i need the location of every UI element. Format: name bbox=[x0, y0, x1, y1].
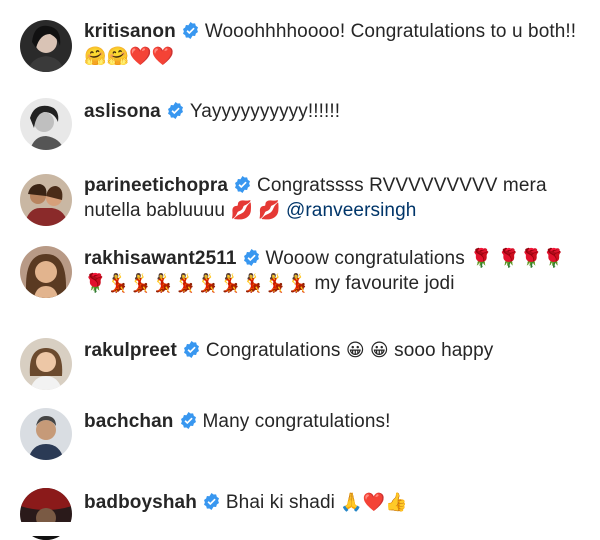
comment-text: parineetichopra Congratssss RVVVVVVVVV me… bbox=[84, 174, 580, 223]
comment-body: Many congratulations! bbox=[202, 411, 391, 432]
comment-text: badboyshah Bhai ki shadi 🙏❤️👍 bbox=[84, 490, 580, 515]
comment-username[interactable]: aslisona bbox=[84, 101, 161, 122]
comment-text: rakulpreet Congratulations 😀 😀 sooo happy bbox=[84, 338, 580, 363]
verified-badge-icon bbox=[203, 493, 220, 510]
comment-body: Congratulations bbox=[205, 340, 341, 361]
avatar-parineetichopra[interactable] bbox=[20, 174, 72, 226]
avatar-rakulpreet[interactable] bbox=[20, 338, 72, 390]
comment-body-tail: sooo happy bbox=[394, 340, 494, 361]
comment-username[interactable]: parineetichopra bbox=[84, 175, 228, 196]
verified-badge-icon bbox=[234, 176, 251, 193]
comment-username[interactable]: badboyshah bbox=[84, 492, 197, 513]
comment-emojis: 😀 😀 bbox=[345, 340, 389, 360]
comment-username[interactable]: rakhisawant2511 bbox=[84, 248, 237, 269]
mention-link[interactable]: @ranveersingh bbox=[286, 200, 416, 221]
avatar-kritisanon[interactable] bbox=[20, 20, 72, 72]
comment-body: Bhai ki shadi bbox=[225, 492, 335, 513]
bottom-edge bbox=[0, 522, 600, 536]
verified-badge-icon bbox=[182, 22, 199, 39]
comment-body: Wooohhhhoooo! Congratulations to u both!… bbox=[204, 21, 577, 42]
comment-body: Yayyyyyyyyyy!!!!!! bbox=[189, 101, 341, 122]
comment-text: rakhisawant2511 Wooow congratulations 🌹 🌹… bbox=[84, 246, 580, 296]
verified-badge-icon bbox=[183, 341, 200, 358]
verified-badge-icon bbox=[243, 249, 260, 266]
comment-body: Wooow congratulations bbox=[265, 248, 465, 269]
verified-badge-icon bbox=[180, 412, 197, 429]
comment-text: bachchan Many congratulations! bbox=[84, 410, 580, 434]
avatar-bachchan[interactable] bbox=[20, 408, 72, 460]
verified-badge-icon bbox=[167, 102, 184, 119]
comment-emojis: 💋 💋 bbox=[230, 200, 281, 220]
comment-emojis: 🙏❤️👍 bbox=[340, 492, 408, 512]
avatar-rakhisawant2511[interactable] bbox=[20, 246, 72, 298]
comment-text: kritisanon Wooohhhhoooo! Congratulations … bbox=[84, 20, 580, 69]
comment-username[interactable]: kritisanon bbox=[84, 21, 176, 42]
comment-username[interactable]: rakulpreet bbox=[84, 340, 177, 361]
comment-emojis: 🤗🤗❤️❤️ bbox=[84, 46, 175, 66]
comment-text: aslisona Yayyyyyyyyyy!!!!!! bbox=[84, 100, 580, 124]
avatar-aslisona[interactable] bbox=[20, 98, 72, 150]
comment-username[interactable]: bachchan bbox=[84, 411, 174, 432]
comment-body-tail: my favourite jodi bbox=[314, 273, 455, 294]
